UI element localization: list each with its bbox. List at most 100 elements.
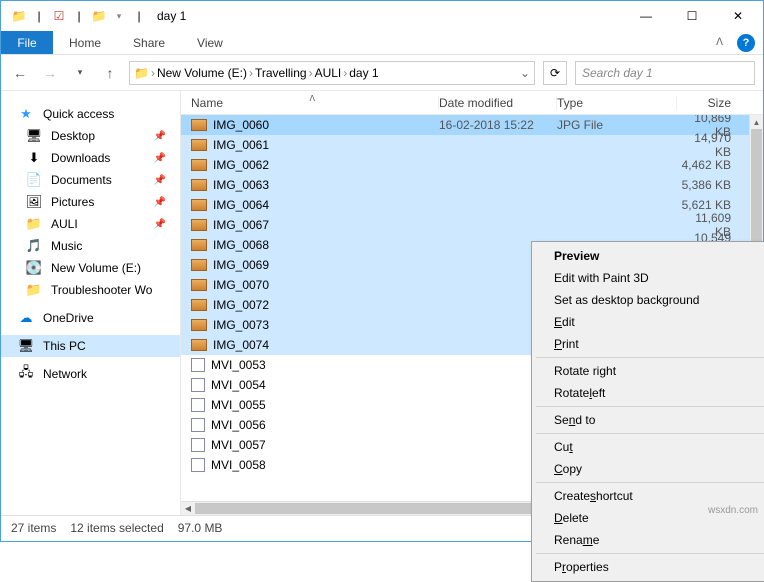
forward-button[interactable]: → [39,62,61,84]
image-icon [191,219,207,231]
refresh-button[interactable]: ⟳ [543,61,567,85]
movie-icon [191,438,205,452]
file-tab[interactable]: File [1,31,53,54]
folder-icon: 📁 [9,9,29,23]
folder-icon: 🎵 [25,238,43,254]
sort-asc-icon: ᐱ [310,94,315,103]
sidebar-item[interactable]: 🖥Desktop📌 [1,125,180,147]
history-dropdown[interactable]: ▾ [69,62,91,84]
folder-icon: ⬇ [25,150,43,166]
qat-separator: | [29,9,49,23]
sidebar-item[interactable]: 📁AULI📌 [1,213,180,235]
sidebar-item[interactable]: 📄Documents📌 [1,169,180,191]
table-row[interactable]: IMG_00624,462 KB [181,155,763,175]
folder-icon: 📁 [89,9,109,23]
up-button[interactable]: ↑ [99,62,121,84]
status-selected-count: 12 items selected [70,521,163,535]
menu-item[interactable]: Edit with Paint 3D [534,267,764,289]
ribbon-expand-icon[interactable]: ᐱ [716,37,723,48]
menu-item[interactable]: Copy [534,458,764,480]
table-row[interactable]: IMG_006711,609 KB [181,215,763,235]
close-button[interactable]: ✕ [715,1,761,31]
image-icon [191,239,207,251]
col-type[interactable]: Type [557,96,677,110]
movie-icon [191,458,205,472]
maximize-button[interactable]: ☐ [669,1,715,31]
folder-icon: 📄 [25,172,43,188]
titlebar: 📁 | ☑ | 📁 ▾ | day 1 — ☐ ✕ [1,1,763,31]
breadcrumb-part[interactable]: Travelling [255,66,307,80]
menu-item[interactable]: Rotate left [534,382,764,404]
tab-view[interactable]: View [181,31,239,54]
menu-item[interactable]: Cut [534,436,764,458]
tab-home[interactable]: Home [53,31,117,54]
qat-separator: | [69,9,89,23]
column-headers: Nameᐱ Date modified Type Size [181,91,763,115]
breadcrumb-part[interactable]: day 1 [349,66,378,80]
back-button[interactable]: ← [9,62,31,84]
menu-item[interactable]: Print [534,333,764,355]
menu-item[interactable]: Properties [534,556,764,578]
col-date[interactable]: Date modified [439,96,557,110]
image-icon [191,259,207,271]
image-icon [191,199,207,211]
pin-icon: 📌 [154,175,166,186]
table-row[interactable]: IMG_006114,970 KB [181,135,763,155]
menu-item[interactable]: Rotate right [534,360,764,382]
sidebar-item[interactable]: 🖼Pictures📌 [1,191,180,213]
window-title: day 1 [157,9,186,23]
navbar: ← → ▾ ↑ 📁 › New Volume (E:) › Travelling… [1,55,763,91]
sidebar-onedrive[interactable]: ☁ OneDrive [1,307,180,329]
sidebar-item[interactable]: 💽New Volume (E:) [1,257,180,279]
sidebar-network[interactable]: 🖧 Network [1,363,180,385]
context-menu: PreviewEdit with Paint 3DSet as desktop … [531,241,764,582]
image-icon [191,319,207,331]
breadcrumb-dropdown-icon[interactable]: ⌄ [520,66,530,80]
nav-pane: ★ Quick access 🖥Desktop📌⬇Downloads📌📄Docu… [1,91,181,515]
folder-icon: 🖥 [25,128,43,144]
sidebar-this-pc[interactable]: 🖥 This PC [1,335,180,357]
minimize-button[interactable]: — [623,1,669,31]
image-icon [191,139,207,151]
watermark: wsxdn.com [708,505,758,516]
qat-dropdown-icon[interactable]: ▾ [109,11,129,22]
image-icon [191,339,207,351]
breadcrumb[interactable]: 📁 › New Volume (E:) › Travelling › AULI … [129,61,535,85]
folder-icon: 📁 [25,216,43,232]
folder-icon: 📁 [134,66,149,80]
menu-item[interactable]: Preview [534,245,764,267]
breadcrumb-part[interactable]: New Volume (E:) [157,66,247,80]
folder-icon: 📁 [25,282,43,298]
star-icon: ★ [17,106,35,122]
image-icon [191,119,207,131]
breadcrumb-part[interactable]: AULI [315,66,342,80]
table-row[interactable]: IMG_006016-02-2018 15:22JPG File10,869 K… [181,115,763,135]
menu-item[interactable]: Edit [534,311,764,333]
status-size: 97.0 MB [178,521,223,535]
col-name[interactable]: Nameᐱ [181,96,439,110]
table-row[interactable]: IMG_00635,386 KB [181,175,763,195]
movie-icon [191,358,205,372]
tab-share[interactable]: Share [117,31,181,54]
movie-icon [191,398,205,412]
col-size[interactable]: Size [677,96,749,110]
image-icon [191,279,207,291]
sidebar-item[interactable]: 📁Troubleshooter Wo [1,279,180,301]
table-row[interactable]: IMG_00645,621 KB [181,195,763,215]
pin-icon: 📌 [154,219,166,230]
menu-item[interactable]: Send to▶ [534,409,764,431]
sidebar-item[interactable]: 🎵Music [1,235,180,257]
folder-icon: 🖼 [25,194,43,210]
help-icon[interactable]: ? [737,34,755,52]
sidebar-quick-access[interactable]: ★ Quick access [1,103,180,125]
menu-item[interactable]: Set as desktop background [534,289,764,311]
cloud-icon: ☁ [17,310,35,326]
image-icon [191,159,207,171]
menu-item[interactable]: Rename [534,529,764,551]
sidebar-item[interactable]: ⬇Downloads📌 [1,147,180,169]
qat-separator: | [129,9,149,23]
search-input[interactable]: Search day 1 [575,61,755,85]
qat-checkbox-icon[interactable]: ☑ [49,9,69,23]
menu-item[interactable]: Create shortcut [534,485,764,507]
image-icon [191,179,207,191]
